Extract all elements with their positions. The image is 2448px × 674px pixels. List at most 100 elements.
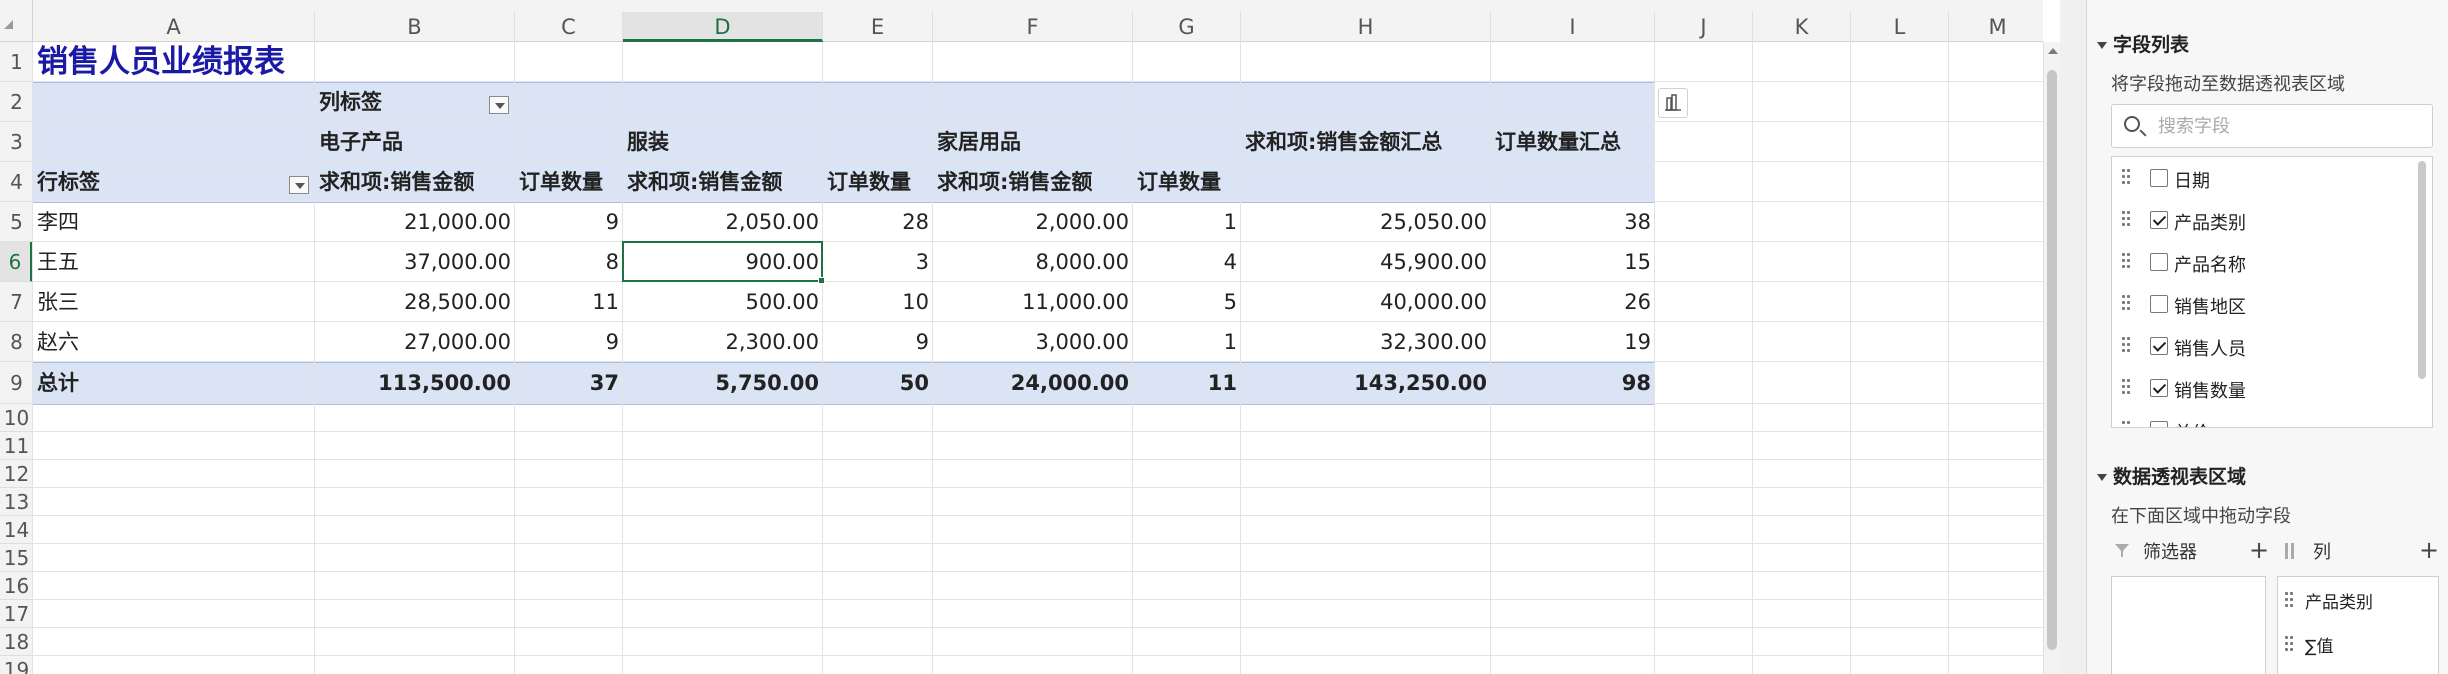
column-labels-header[interactable]: 列标签 — [319, 82, 511, 122]
value-cell[interactable]: 15 — [1495, 242, 1651, 282]
column-header[interactable]: M — [1949, 12, 2043, 42]
row-header[interactable]: 18 — [0, 628, 33, 656]
grand-total-cell[interactable]: 113,500.00 — [319, 362, 511, 404]
row-header[interactable]: 9 — [0, 362, 33, 404]
fill-handle[interactable] — [818, 277, 825, 284]
value-cell[interactable]: 21,000.00 — [319, 202, 511, 242]
column-header[interactable]: L — [1851, 12, 1949, 42]
row-header[interactable]: 11 — [0, 432, 33, 460]
drag-handle-icon[interactable] — [2122, 169, 2132, 185]
column-header[interactable]: K — [1753, 12, 1851, 42]
spreadsheet-grid[interactable]: ABCDEFGHIJKLM 1 2 3 4 5 6 7 8 9 10 11 12 13 14 15 16 17 1… — [0, 0, 2043, 674]
column-header[interactable]: A — [33, 12, 315, 42]
drag-handle-icon[interactable] — [2285, 592, 2295, 608]
field-list-scrollbar[interactable] — [2418, 161, 2426, 379]
drag-handle-icon[interactable] — [2122, 379, 2132, 395]
measure-header[interactable]: 求和项:销售金额 — [627, 162, 819, 202]
scrollbar-thumb[interactable] — [2047, 70, 2057, 650]
category-header[interactable]: 电子产品 — [319, 122, 511, 162]
grand-total-cell[interactable]: 98 — [1495, 362, 1651, 404]
row-headers[interactable]: 1 2 3 4 5 6 7 8 9 10 11 12 13 14 15 16 17 18 19 — [0, 42, 33, 674]
drag-handle-icon[interactable] — [2122, 337, 2132, 353]
column-header[interactable]: G — [1133, 12, 1241, 42]
value-cell[interactable]: 27,000.00 — [319, 322, 511, 362]
row-header[interactable]: 2 — [0, 82, 33, 122]
field-item[interactable]: 单价 — [2112, 409, 2412, 427]
report-title[interactable]: 销售人员业绩报表 — [37, 42, 511, 82]
row-labels-header[interactable]: 行标签 — [37, 162, 311, 202]
field-checkbox[interactable] — [2150, 379, 2168, 397]
drag-handle-icon[interactable] — [2122, 421, 2132, 427]
row-header[interactable]: 17 — [0, 600, 33, 628]
drag-handle-icon[interactable] — [2122, 211, 2132, 227]
column-header[interactable]: D — [623, 12, 823, 42]
row-header[interactable]: 1 — [0, 42, 33, 82]
field-checkbox[interactable] — [2150, 295, 2168, 313]
value-cell[interactable]: 9 — [519, 322, 619, 362]
vertical-scrollbar[interactable] — [2043, 42, 2060, 674]
field-item[interactable]: 日期 — [2112, 157, 2412, 199]
field-item[interactable]: 销售数量 — [2112, 367, 2412, 409]
row-header[interactable]: 10 — [0, 404, 33, 432]
field-checkbox[interactable] — [2150, 253, 2168, 271]
row-header[interactable]: 15 — [0, 544, 33, 572]
value-cell[interactable]: 32,300.00 — [1245, 322, 1487, 362]
total-sales-header[interactable]: 求和项:销售金额汇总 — [1245, 122, 1487, 162]
row-header[interactable]: 13 — [0, 488, 33, 516]
field-item[interactable]: 销售人员 — [2112, 325, 2412, 367]
measure-header[interactable]: 求和项:销售金额 — [319, 162, 511, 202]
pivot-chart-icon[interactable] — [1658, 88, 1688, 118]
value-cell[interactable]: 8 — [519, 242, 619, 282]
row-header[interactable]: 16 — [0, 572, 33, 600]
value-cell[interactable]: 3 — [827, 242, 929, 282]
column-header[interactable]: J — [1655, 12, 1753, 42]
value-cell[interactable]: 5 — [1137, 282, 1237, 322]
column-area-item[interactable]: ∑值 — [2305, 632, 2333, 657]
value-cell[interactable]: 37,000.00 — [319, 242, 511, 282]
value-cell[interactable]: 38 — [1495, 202, 1651, 242]
grand-total-label[interactable]: 总计 — [37, 362, 311, 404]
column-header[interactable]: E — [823, 12, 933, 42]
field-search-input[interactable] — [2158, 113, 2418, 139]
measure-header[interactable]: 订单数量 — [827, 162, 929, 202]
value-cell[interactable]: 10 — [827, 282, 929, 322]
column-header[interactable]: I — [1491, 12, 1655, 42]
cell-grid[interactable]: 销售人员业绩报表 列标签 电子产品 服装 家居用品 求和项:销售金额汇总 订单数量汇总 行标签… — [32, 42, 2043, 674]
value-cell[interactable]: 45,900.00 — [1245, 242, 1487, 282]
field-checkbox[interactable] — [2150, 211, 2168, 229]
row-header[interactable]: 12 — [0, 460, 33, 488]
grand-total-cell[interactable]: 50 — [827, 362, 929, 404]
value-cell[interactable]: 26 — [1495, 282, 1651, 322]
grand-total-cell[interactable]: 11 — [1137, 362, 1237, 404]
column-area-item[interactable]: 产品类别 — [2305, 588, 2373, 613]
field-item[interactable]: 产品类别 — [2112, 199, 2412, 241]
panel-divider[interactable] — [2060, 0, 2086, 674]
value-cell[interactable]: 9 — [827, 322, 929, 362]
field-item[interactable]: 销售地区 — [2112, 283, 2412, 325]
row-header[interactable]: 6 — [0, 242, 33, 282]
measure-header[interactable]: 求和项:销售金额 — [937, 162, 1129, 202]
value-cell[interactable]: 3,000.00 — [937, 322, 1129, 362]
value-cell[interactable]: 25,050.00 — [1245, 202, 1487, 242]
grand-total-cell[interactable]: 24,000.00 — [937, 362, 1129, 404]
value-cell[interactable]: 28,500.00 — [319, 282, 511, 322]
field-list[interactable]: 日期产品类别产品名称销售地区销售人员销售数量单价 — [2111, 156, 2433, 428]
salesperson-name[interactable]: 王五 — [37, 242, 311, 282]
row-header[interactable]: 14 — [0, 516, 33, 544]
total-orders-header[interactable]: 订单数量汇总 — [1495, 122, 1651, 162]
row-header[interactable]: 3 — [0, 122, 33, 162]
scroll-up-icon[interactable] — [2048, 48, 2058, 54]
column-header[interactable]: C — [515, 12, 623, 42]
collapse-caret-icon[interactable] — [2097, 474, 2107, 481]
column-header[interactable]: H — [1241, 12, 1491, 42]
grand-total-cell[interactable]: 37 — [519, 362, 619, 404]
collapse-caret-icon[interactable] — [2097, 42, 2107, 49]
row-header[interactable]: 4 — [0, 162, 33, 202]
value-cell[interactable]: 9 — [519, 202, 619, 242]
value-cell[interactable]: 2,050.00 — [627, 202, 819, 242]
column-headers[interactable]: ABCDEFGHIJKLM — [33, 12, 2043, 42]
value-cell[interactable]: 4 — [1137, 242, 1237, 282]
category-header[interactable]: 服装 — [627, 122, 819, 162]
column-header[interactable]: B — [315, 12, 515, 42]
value-cell[interactable]: 2,000.00 — [937, 202, 1129, 242]
